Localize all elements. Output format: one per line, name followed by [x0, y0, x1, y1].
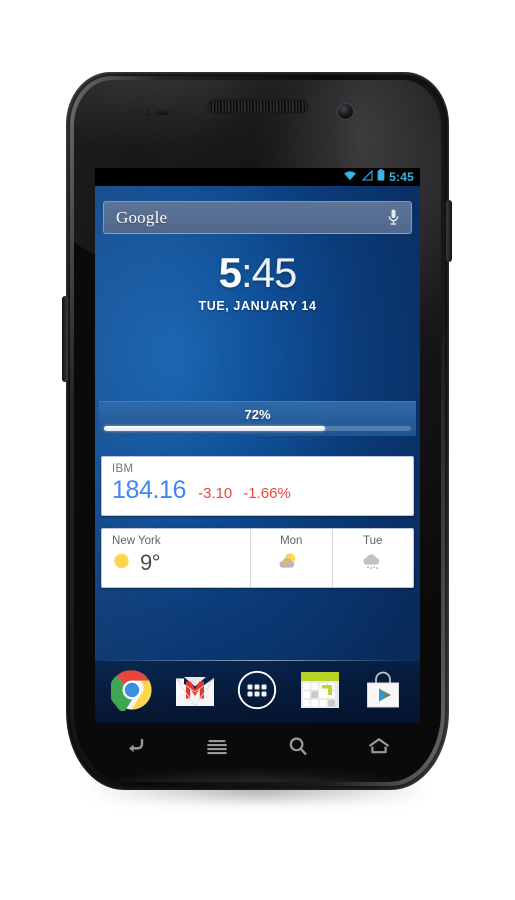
progress-fill: [104, 426, 326, 431]
wifi-icon: [343, 168, 357, 186]
rain-cloud-icon: [360, 551, 386, 575]
partly-cloudy-icon: [278, 551, 304, 575]
google-search-widget[interactable]: Google: [103, 201, 412, 234]
back-icon: [125, 737, 147, 760]
clock-date: TUE, JANUARY 14: [198, 299, 317, 313]
google-logo-text: Google: [116, 207, 168, 227]
screenshot-stage: 5:45 Google 5:45 TUE, JANUARY 14 72% IBM…: [0, 0, 515, 900]
nav-button-menu[interactable]: [194, 733, 240, 763]
navigation-bar: [95, 726, 420, 770]
forecast-day-label: Mon: [280, 535, 303, 547]
phone-screen: 5:45 Google 5:45 TUE, JANUARY 14 72% IBM…: [95, 168, 420, 723]
nav-button-back[interactable]: [113, 733, 159, 763]
chrome-icon: [109, 669, 153, 716]
app-drawer-icon: [236, 669, 278, 716]
gmail-icon: [174, 672, 216, 713]
microphone-icon[interactable]: [388, 209, 399, 226]
weather-forecast-day: Mon: [250, 529, 332, 587]
stock-symbol: IBM: [112, 463, 134, 475]
signal-icon: [361, 168, 373, 186]
power-button[interactable]: [446, 200, 452, 262]
status-bar: 5:45: [95, 168, 420, 186]
search-icon: [287, 736, 309, 761]
weather-forecast-day: Tue: [331, 529, 414, 587]
dock-bar: [95, 661, 420, 723]
weather-current: New York 9°: [102, 529, 250, 587]
battery-icon: [377, 168, 385, 186]
weather-now-row: 9°: [112, 550, 250, 576]
clock-widget[interactable]: 5:45 TUE, JANUARY 14: [95, 252, 420, 314]
clock-separator: :: [240, 249, 253, 296]
clock-minute: 45: [251, 249, 298, 296]
stock-price: 184.16: [112, 476, 187, 504]
dock-item-all-apps[interactable]: [234, 669, 280, 715]
play-store-icon: [363, 670, 403, 715]
earpiece-speaker: [208, 101, 307, 112]
nav-button-home[interactable]: [356, 733, 402, 763]
progress-widget[interactable]: 72%: [99, 401, 416, 436]
stock-values-row: 184.16 -3.10 -1.66%: [112, 476, 413, 505]
front-camera-icon: [338, 104, 353, 119]
progress-label: 72%: [244, 407, 271, 422]
weather-widget[interactable]: New York 9° Mon Tue: [101, 528, 414, 588]
proximity-sensor-icon: [142, 108, 150, 116]
forecast-day-label: Tue: [363, 535, 383, 547]
dock-item-gmail[interactable]: [172, 669, 218, 715]
progress-track[interactable]: [104, 426, 411, 431]
clock-time: 5:45: [95, 252, 420, 294]
stock-change: -3.10: [198, 485, 233, 502]
stock-change-percent: -1.66%: [243, 485, 291, 502]
dock-item-play-store[interactable]: [360, 669, 406, 715]
home-icon: [367, 737, 391, 760]
calendar-icon: [300, 670, 340, 715]
dock-item-chrome[interactable]: [109, 669, 155, 715]
volume-rocker-button[interactable]: [62, 296, 68, 382]
status-bar-clock: 5:45: [389, 170, 414, 184]
clock-hour: 5: [218, 249, 242, 296]
stock-widget[interactable]: IBM 184.16 -3.10 -1.66%: [101, 456, 414, 516]
weather-temperature: 9°: [140, 550, 161, 575]
nav-button-search[interactable]: [275, 733, 321, 763]
weather-city: New York: [112, 535, 161, 547]
menu-icon: [205, 737, 229, 760]
sunny-icon: [112, 551, 131, 575]
light-sensor-icon: [156, 109, 169, 115]
dock-item-calendar[interactable]: [297, 669, 343, 715]
